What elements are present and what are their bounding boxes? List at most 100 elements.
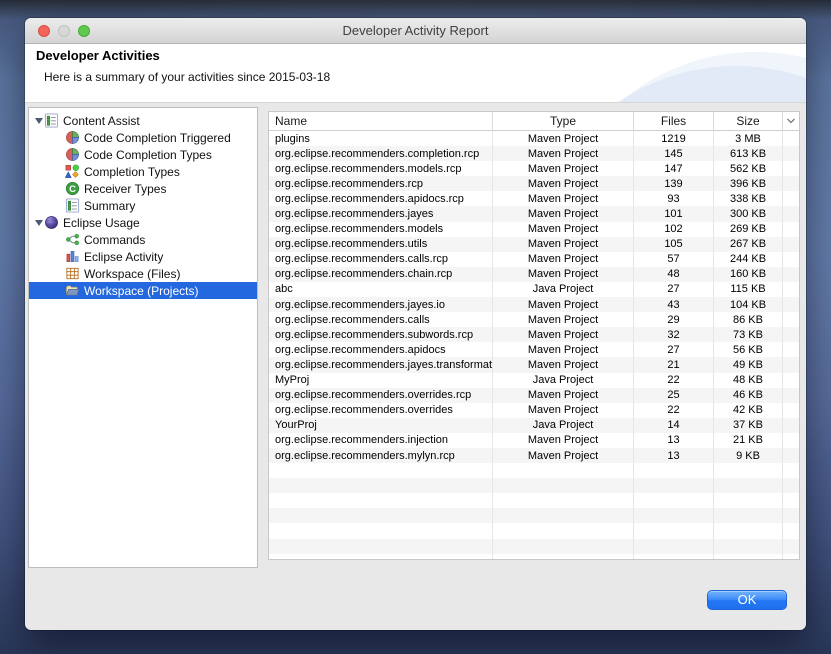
cell-size: 613 KB [714,146,783,161]
cell-spacer [783,267,799,282]
table-row[interactable]: org.eclipse.recommenders.completion.rcpM… [269,146,799,161]
cell-spacer [783,539,799,554]
cell-name: org.eclipse.recommenders.rcp [269,176,493,191]
cell-name: org.eclipse.recommenders.jayes.transform… [269,357,493,372]
table-row[interactable]: org.eclipse.recommenders.utilsMaven Proj… [269,237,799,252]
table-row[interactable]: org.eclipse.recommenders.modelsMaven Pro… [269,222,799,237]
table-row[interactable]: YourProjJava Project1437 KB [269,418,799,433]
zoom-button[interactable] [78,25,90,37]
cell-files: 27 [634,342,714,357]
column-header-type[interactable]: Type [493,112,634,130]
cell-spacer [783,433,799,448]
tree-item-workspace-files[interactable]: Workspace (Files) [29,265,257,282]
tree-item-summary[interactable]: Summary [29,197,257,214]
cell-type: Java Project [493,282,634,297]
cell-size: 338 KB [714,191,783,206]
cell-files: 57 [634,252,714,267]
cell-files: 21 [634,357,714,372]
cell-spacer [783,206,799,221]
cell-type: Maven Project [493,403,634,418]
table-row[interactable]: org.eclipse.recommenders.apidocsMaven Pr… [269,342,799,357]
table-row-empty [269,478,799,493]
column-header-files[interactable]: Files [634,112,714,130]
table-row[interactable]: org.eclipse.recommenders.callsMaven Proj… [269,312,799,327]
tree-item-eclipse-activity[interactable]: Eclipse Activity [29,248,257,265]
table-row-empty [269,539,799,554]
table-row-empty [269,463,799,478]
cell-spacer [783,312,799,327]
table-row[interactable]: org.eclipse.recommenders.overrides.rcpMa… [269,388,799,403]
table-row[interactable]: org.eclipse.recommenders.jayesMaven Proj… [269,206,799,221]
ok-button[interactable]: OK [707,590,787,610]
cell-size [714,554,783,560]
tree-item-completion-types[interactable]: Completion Types [29,163,257,180]
cell-spacer [783,373,799,388]
cell-size: 46 KB [714,388,783,403]
table-row[interactable]: abcJava Project27115 KB [269,282,799,297]
cell-files: 139 [634,176,714,191]
table-row-empty [269,508,799,523]
table-row[interactable]: org.eclipse.recommenders.overridesMaven … [269,403,799,418]
cell-size: 9 KB [714,448,783,463]
table-row[interactable]: MyProjJava Project2248 KB [269,373,799,388]
minimize-button[interactable] [58,25,70,37]
table-row[interactable]: org.eclipse.recommenders.mylyn.rcpMaven … [269,448,799,463]
tree-item-label: Eclipse Usage [63,216,140,230]
table-row[interactable]: org.eclipse.recommenders.chain.rcpMaven … [269,267,799,282]
wizard-banner: Developer Activities Here is a summary o… [25,44,806,103]
cell-size: 396 KB [714,176,783,191]
projects-table: NameTypeFilesSize pluginsMaven Project12… [268,111,800,560]
cell-files: 43 [634,297,714,312]
cell-type: Maven Project [493,131,634,146]
cell-name [269,478,493,493]
table-row[interactable]: org.eclipse.recommenders.subwords.rcpMav… [269,327,799,342]
tree-item-receiver-types[interactable]: CReceiver Types [29,180,257,197]
cell-size: 269 KB [714,222,783,237]
cell-type: Maven Project [493,222,634,237]
cell-spacer [783,282,799,297]
disclosure-triangle-icon[interactable] [33,220,44,226]
cell-size [714,539,783,554]
cell-files [634,508,714,523]
column-header-name[interactable]: Name [269,112,493,130]
table-row[interactable]: org.eclipse.recommenders.apidocs.rcpMave… [269,191,799,206]
table-row-empty [269,523,799,538]
cell-files: 102 [634,222,714,237]
cell-size: 160 KB [714,267,783,282]
tree-item-eclipse-usage[interactable]: Eclipse Usage [29,214,257,231]
cell-name: YourProj [269,418,493,433]
cell-files: 25 [634,388,714,403]
tree-item-content-assist[interactable]: Content Assist [29,112,257,129]
column-header-size[interactable]: Size [714,112,783,130]
cell-size [714,493,783,508]
cell-files [634,539,714,554]
close-button[interactable] [38,25,50,37]
tree-item-code-completion-triggered[interactable]: Code Completion Triggered [29,129,257,146]
cell-type: Java Project [493,373,634,388]
cell-type: Maven Project [493,297,634,312]
svg-text:C: C [69,184,76,194]
table-row[interactable]: org.eclipse.recommenders.models.rcpMaven… [269,161,799,176]
cell-size: 73 KB [714,327,783,342]
cell-name [269,539,493,554]
table-row[interactable]: org.eclipse.recommenders.jayes.ioMaven P… [269,297,799,312]
tree-item-label: Summary [84,199,135,213]
tree-item-commands[interactable]: Commands [29,231,257,248]
table-row[interactable]: org.eclipse.recommenders.jayes.transform… [269,357,799,372]
tree-item-label: Code Completion Types [84,148,212,162]
disclosure-triangle-icon[interactable] [33,118,44,124]
window-titlebar[interactable]: Developer Activity Report [25,18,806,44]
cell-name: org.eclipse.recommenders.models.rcp [269,161,493,176]
table-row[interactable]: org.eclipse.recommenders.calls.rcpMaven … [269,252,799,267]
cell-type: Maven Project [493,312,634,327]
tree-item-code-completion-types[interactable]: Code Completion Types [29,146,257,163]
table-row[interactable]: org.eclipse.recommenders.rcpMaven Projec… [269,176,799,191]
tree-item-workspace-projects[interactable]: Workspace (Projects) [29,282,257,299]
cell-spacer [783,523,799,538]
cell-files: 1219 [634,131,714,146]
table-row[interactable]: org.eclipse.recommenders.injectionMaven … [269,433,799,448]
cell-files: 13 [634,448,714,463]
tree-item-label: Workspace (Files) [84,267,180,281]
table-row[interactable]: pluginsMaven Project12193 MB [269,131,799,146]
column-options-chevron-icon[interactable] [783,112,799,130]
